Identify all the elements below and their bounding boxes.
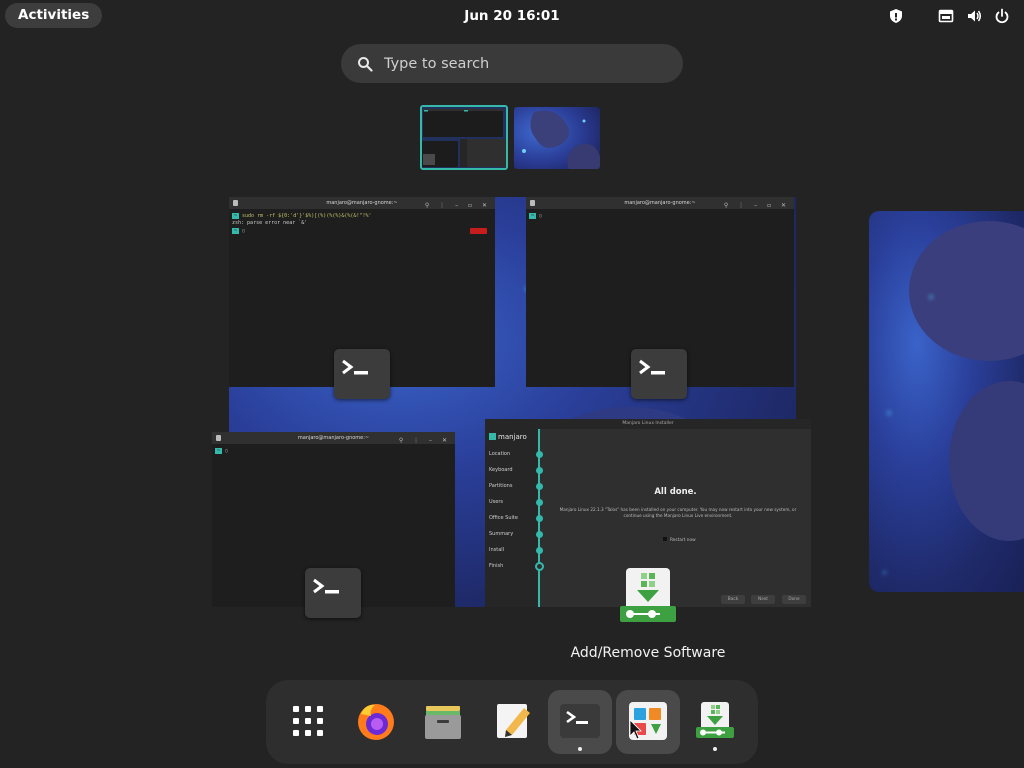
restart-checkbox[interactable]: Restart now <box>663 537 696 543</box>
firefox-launcher[interactable] <box>344 690 408 754</box>
add-remove-software-launcher[interactable] <box>683 690 747 754</box>
files-launcher[interactable] <box>411 690 475 754</box>
step-install: Install <box>489 547 505 553</box>
step-dot <box>536 515 543 522</box>
step-dot <box>536 547 543 554</box>
installer-sidebar: manjaro Location Keyboard Partitions Use… <box>485 429 540 607</box>
terminal-line-1: ~ ▯ <box>215 448 229 454</box>
terminal-line-1: ~ sudo rm -rf ${0:'d'}'$%)[(%)(%(%)&(%(&… <box>232 213 372 219</box>
workspace-thumbnail-2[interactable] <box>514 107 600 169</box>
workspace-preview-next[interactable] <box>869 211 1024 592</box>
clock: Jun 20 16:01 <box>0 0 1024 32</box>
command-text: sudo rm -rf ${0:'d'}'$%)[(%)(%(%)&(%(&!"… <box>242 213 372 219</box>
clock-label[interactable]: Jun 20 16:01 <box>464 8 559 24</box>
activities-button[interactable]: Activities <box>5 3 103 28</box>
running-indicator <box>578 747 582 751</box>
search-input[interactable] <box>384 44 664 83</box>
terminal-line-1: ~ ▯ <box>529 213 543 219</box>
workspace-thumbnail-1[interactable] <box>420 105 508 170</box>
step-dot <box>536 451 543 458</box>
step-dot <box>536 499 543 506</box>
done-button[interactable]: Done <box>782 595 806 604</box>
step-users: Users <box>489 499 504 505</box>
app-tooltip: Add/Remove Software <box>570 645 726 661</box>
installer-heading: All done. <box>654 487 697 497</box>
step-office-suite: Office Suite <box>489 515 518 521</box>
search-icon <box>358 57 373 72</box>
step-location: Location <box>489 451 511 457</box>
pamac-icon <box>696 702 734 738</box>
window-title: manjaro@manjaro-gnome:~ <box>297 435 370 441</box>
brand-label: manjaro <box>498 433 527 441</box>
step-summary: Summary <box>489 531 514 537</box>
step-partitions: Partitions <box>489 483 513 489</box>
text-editor-launcher[interactable] <box>481 690 545 754</box>
window-title: manjaro@manjaro-gnome:~ <box>624 200 696 206</box>
error-badge <box>470 228 487 234</box>
volume-icon[interactable] <box>966 8 982 24</box>
window-controls[interactable]: ⚲ ⋮ – ▫ ✕ <box>425 200 491 212</box>
terminal-line-3: ~ ▯ <box>232 228 246 234</box>
window-titlebar: manjaro@manjaro-gnome:~ ⚲ ⋮ – ▫ ✕ <box>526 197 794 209</box>
window-controls[interactable]: ⚲ ⋮ – ✕ <box>399 435 451 447</box>
running-indicator <box>713 747 717 751</box>
dash <box>266 680 758 764</box>
software-icon <box>629 702 667 740</box>
window-title: Manjaro Linux Installer <box>485 419 811 429</box>
firefox-icon <box>358 704 394 740</box>
terminal-icon <box>560 704 600 738</box>
system-tray[interactable] <box>876 8 1010 24</box>
step-dot <box>536 467 543 474</box>
grid-icon <box>293 706 323 736</box>
search-box[interactable] <box>341 44 683 83</box>
power-icon[interactable] <box>994 8 1010 24</box>
new-tab-icon[interactable] <box>216 435 221 441</box>
step-keyboard: Keyboard <box>489 467 513 473</box>
window-title: manjaro@manjaro-gnome:~ <box>326 200 398 206</box>
files-icon <box>425 706 461 739</box>
window-titlebar: manjaro@manjaro-gnome:~ ⚲ ⋮ – ▫ ✕ <box>229 197 495 209</box>
step-dot-current <box>535 562 544 571</box>
restart-label: Restart now <box>670 538 696 543</box>
installer-description: Manjaro Linux 22.1.3 "Talos" has been in… <box>559 507 797 518</box>
step-dot <box>536 531 543 538</box>
window-controls[interactable]: ⚲ ⋮ – ▫ ✕ <box>724 200 790 212</box>
pamac-app-icon <box>619 566 677 624</box>
manjaro-logo: manjaro <box>489 433 527 441</box>
terminal-app-icon <box>631 349 687 399</box>
new-tab-icon[interactable] <box>530 200 535 206</box>
terminal-line-2: zsh: parse error near `&' <box>232 220 308 226</box>
terminal-launcher[interactable] <box>548 690 612 754</box>
shield-icon[interactable] <box>888 8 904 24</box>
new-tab-icon[interactable] <box>233 200 238 206</box>
show-apps-button[interactable] <box>276 690 340 754</box>
next-button[interactable]: Next <box>751 595 775 604</box>
terminal-app-icon <box>305 568 361 618</box>
window-titlebar: manjaro@manjaro-gnome:~ ⚲ ⋮ – ✕ <box>212 432 455 444</box>
software-launcher[interactable] <box>616 690 680 754</box>
step-finish: Finish <box>489 563 504 569</box>
top-bar: Activities Jun 20 16:01 <box>0 0 1024 32</box>
back-button[interactable]: Back <box>721 595 745 604</box>
text-editor-icon <box>497 704 530 738</box>
network-icon[interactable] <box>938 8 954 24</box>
terminal-app-icon <box>334 349 390 399</box>
